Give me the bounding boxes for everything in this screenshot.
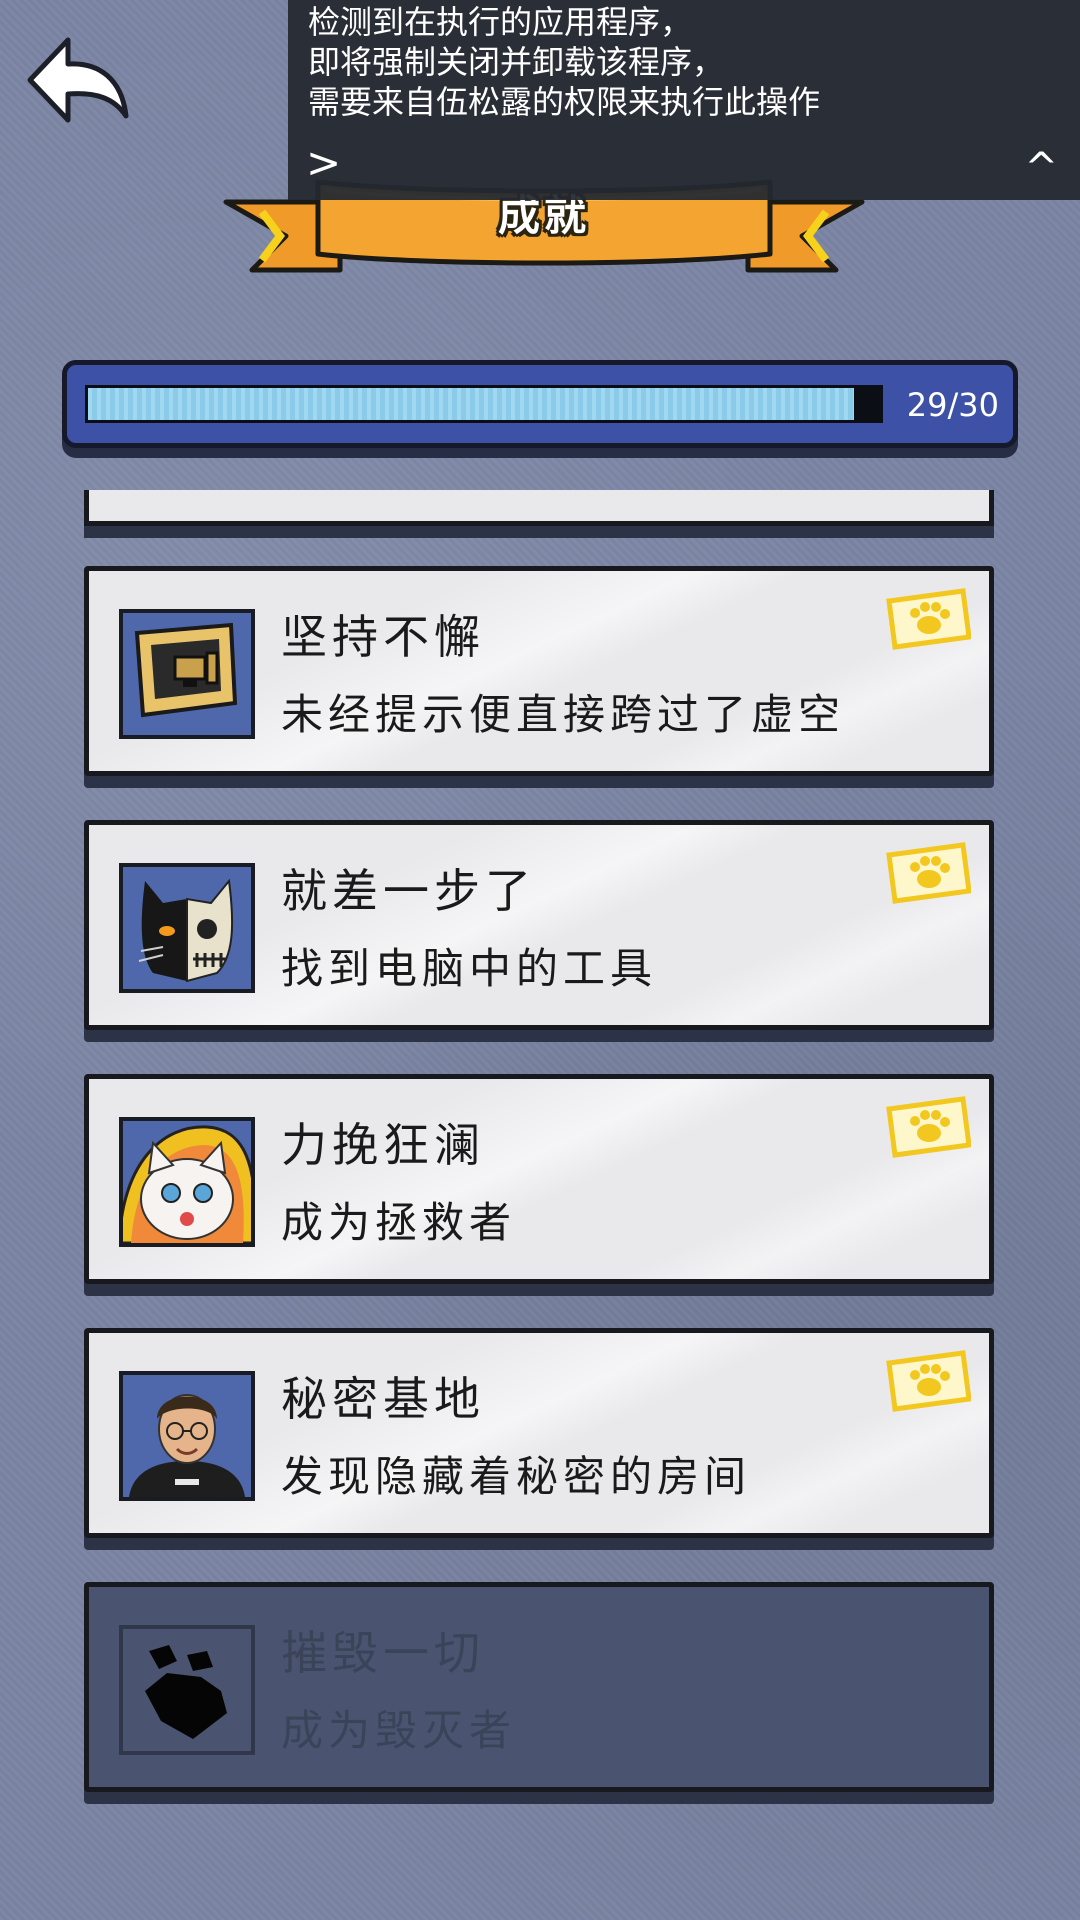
achievement-title: 秘密基地 xyxy=(281,1372,485,1426)
paw-stamp-icon xyxy=(885,1095,972,1159)
back-button[interactable] xyxy=(22,30,132,130)
back-arrow-icon xyxy=(27,37,129,123)
achievement-list[interactable]: 坚持不懈 未经提示便直接跨过了虚空 就差一步了 找到电脑中的工具 力挽狂澜 成为… xyxy=(0,490,1080,1920)
paw-stamp-icon xyxy=(885,587,972,651)
white-cat-icon xyxy=(119,1117,255,1247)
notice-line: 即将强制关闭并卸载该程序， xyxy=(308,43,725,81)
achievement-card[interactable]: 力挽狂澜 成为拯救者 xyxy=(84,1074,994,1284)
collapse-button[interactable]: ^ xyxy=(1024,148,1058,188)
progress-track xyxy=(85,385,883,423)
achievement-card[interactable]: 就差一步了 找到电脑中的工具 xyxy=(84,820,994,1030)
achievement-title: 力挽狂澜 xyxy=(281,1118,485,1172)
paw-stamp-icon xyxy=(885,841,972,905)
notice-line: 检测到在执行的应用程序， xyxy=(308,3,693,41)
achievement-title: 坚持不懈 xyxy=(281,610,485,664)
rock-silhouette-icon xyxy=(119,1625,255,1755)
progress-count: 29/30 xyxy=(906,386,999,424)
paw-stamp-icon xyxy=(885,1349,972,1413)
list-item xyxy=(84,490,994,526)
expand-button[interactable]: > xyxy=(306,142,341,184)
achievement-card[interactable]: 坚持不懈 未经提示便直接跨过了虚空 xyxy=(84,566,994,776)
achievement-description: 找到电脑中的工具 xyxy=(281,944,658,993)
permission-notice: 检测到在执行的应用程序， 即将强制关闭并卸载该程序， 需要来自伍松露的权限来执行… xyxy=(288,0,1080,200)
skull-cat-icon xyxy=(119,863,255,993)
notice-line: 需要来自伍松露的权限来执行此操作 xyxy=(308,83,821,121)
achievement-description: 成为拯救者 xyxy=(281,1198,517,1247)
man-portrait-icon xyxy=(119,1371,255,1501)
achievement-description: 发现隐藏着秘密的房间 xyxy=(281,1452,752,1501)
achievement-description: 未经提示便直接跨过了虚空 xyxy=(281,690,846,739)
achievement-card-locked[interactable]: 摧毁一切 成为毁灭者 xyxy=(84,1582,994,1792)
monitor-icon xyxy=(119,609,255,739)
achievement-progress: 29/30 xyxy=(62,360,1018,448)
achievement-card[interactable]: 秘密基地 发现隐藏着秘密的房间 xyxy=(84,1328,994,1538)
achievement-description: 成为毁灭者 xyxy=(281,1706,517,1755)
achievement-title: 就差一步了 xyxy=(281,864,536,918)
achievement-title: 摧毁一切 xyxy=(281,1626,485,1680)
progress-fill xyxy=(88,388,854,420)
